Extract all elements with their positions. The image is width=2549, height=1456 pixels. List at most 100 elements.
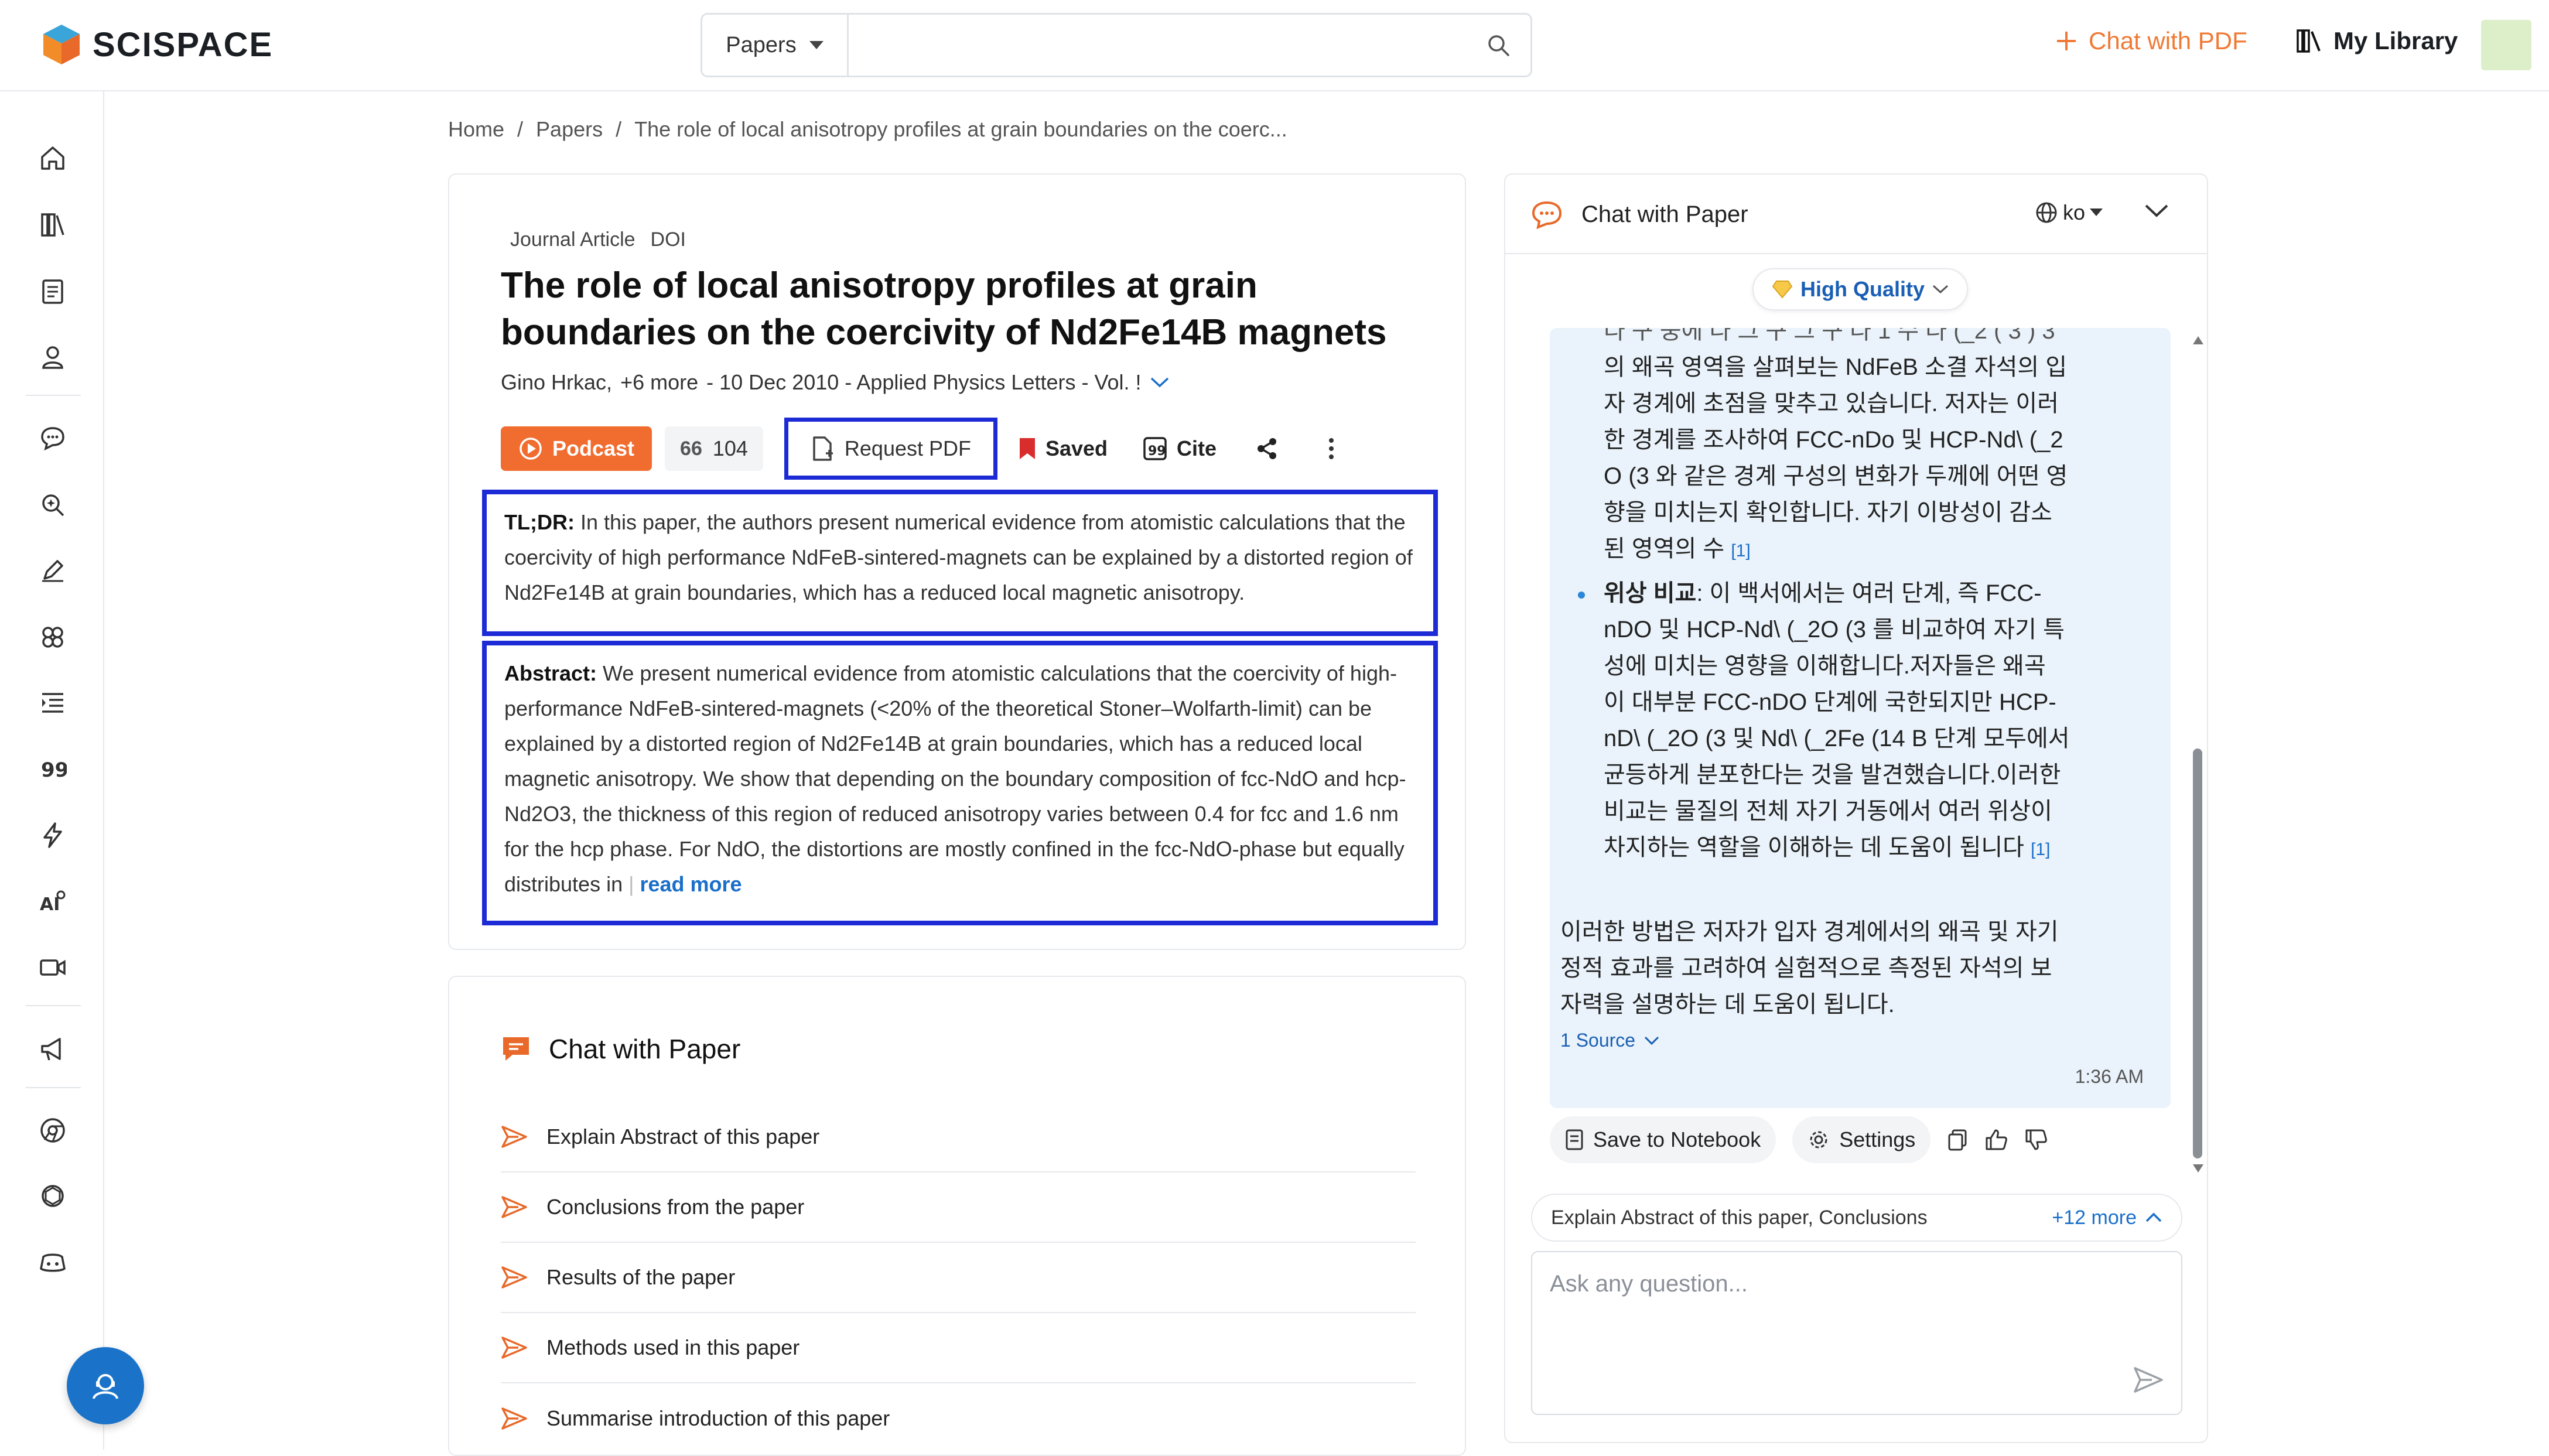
share-icon bbox=[1258, 438, 1277, 459]
chevron-down-icon[interactable] bbox=[1150, 377, 1170, 388]
tldr-text: TL;DR: In this paper, the authors presen… bbox=[504, 505, 1419, 610]
message-line: 향을 미치는지 확인합니다. 자기 이방성이 감소 bbox=[1604, 500, 2052, 525]
request-pdf-button[interactable]: Request PDF bbox=[784, 418, 997, 480]
chat-suggestions-title: Chat with Paper bbox=[549, 1034, 741, 1064]
chat-icon[interactable] bbox=[35, 421, 70, 456]
abstract-box: Abstract: We present numerical evidence … bbox=[482, 641, 1438, 925]
send-button[interactable] bbox=[2133, 1366, 2164, 1396]
openai-icon[interactable] bbox=[35, 1178, 70, 1214]
send-arrow-icon bbox=[501, 1266, 527, 1288]
breadcrumb-current: The role of local anisotropy profiles at… bbox=[634, 117, 1287, 141]
chat-panel-title: Chat with Paper bbox=[1581, 201, 1748, 227]
search-icon bbox=[1488, 35, 1509, 56]
language-label: ko bbox=[2063, 200, 2086, 224]
my-library-label: My Library bbox=[2333, 27, 2458, 54]
podcast-button[interactable]: Podcast bbox=[501, 426, 652, 471]
bookmark-icon bbox=[1019, 438, 1035, 459]
scroll-up-arrow-icon[interactable] bbox=[2193, 336, 2203, 344]
message-line: 이러한 방법은 저자가 입자 경계에서의 왜곡 및 자기 bbox=[1560, 919, 2059, 945]
message-line: 비교는 물질의 전체 자기 거동에서 여러 위상이 bbox=[1604, 798, 2052, 824]
chevron-down-icon bbox=[2145, 204, 2168, 217]
scroll-down-arrow-icon[interactable] bbox=[2193, 1164, 2203, 1173]
paper-card: Journal Article DOI The role of local an… bbox=[448, 173, 1466, 950]
suggested-questions-bar[interactable]: Explain Abstract of this paper, Conclusi… bbox=[1531, 1194, 2182, 1242]
breadcrumb-papers[interactable]: Papers bbox=[536, 117, 603, 142]
suggestion-item[interactable]: Explain Abstract of this paper bbox=[501, 1102, 1416, 1173]
suggestion-item[interactable]: Results of the paper bbox=[501, 1243, 1416, 1313]
video-icon[interactable] bbox=[35, 950, 70, 985]
scrollbar-thumb[interactable] bbox=[2193, 748, 2202, 1158]
more-options-button[interactable] bbox=[1328, 437, 1335, 460]
save-to-notebook-label: Save to Notebook bbox=[1593, 1127, 1761, 1151]
thumbs-down-icon[interactable] bbox=[2024, 1129, 2048, 1151]
user-avatar[interactable] bbox=[2481, 20, 2531, 70]
language-select[interactable]: ko bbox=[2035, 200, 2103, 225]
message-paragraph: 의 왜곡 영역을 살펴보는 NdFeB 소결 자석의 입 자 경계에 초점을 맞… bbox=[1604, 349, 2160, 569]
citation-count[interactable]: 66 104 bbox=[665, 426, 763, 471]
request-pdf-label: Request PDF bbox=[844, 436, 971, 460]
settings-label: Settings bbox=[1839, 1127, 1916, 1151]
copy-icon[interactable] bbox=[1947, 1129, 1968, 1151]
suggestion-item[interactable]: Summarise introduction of this paper bbox=[501, 1383, 1416, 1454]
search-review-icon[interactable] bbox=[35, 487, 70, 522]
logo[interactable]: SCISPACE bbox=[42, 23, 273, 66]
caret-down-icon bbox=[2090, 209, 2103, 216]
breadcrumb-home[interactable]: Home bbox=[448, 117, 504, 142]
library-icon bbox=[2297, 29, 2321, 53]
suggestion-label: Summarise introduction of this paper bbox=[546, 1406, 890, 1430]
message-time: 1:36 AM bbox=[2075, 1066, 2144, 1087]
share-button[interactable] bbox=[1255, 437, 1279, 460]
thumbs-up-icon[interactable] bbox=[1984, 1129, 2008, 1151]
breadcrumb: Home / Papers / The role of local anisot… bbox=[448, 117, 1287, 142]
citation-link[interactable]: [1] bbox=[1731, 541, 1750, 560]
search-input[interactable] bbox=[849, 15, 1466, 76]
notebook-icon bbox=[1566, 1129, 1583, 1150]
sources-toggle[interactable]: 1 Source bbox=[1560, 1030, 1660, 1051]
user-icon[interactable] bbox=[35, 340, 70, 375]
more-authors[interactable]: +6 more bbox=[620, 370, 698, 395]
author-name[interactable]: Gino Hrkac, bbox=[501, 370, 612, 395]
search-type-label: Papers bbox=[726, 32, 797, 57]
extension-icon[interactable] bbox=[35, 620, 70, 655]
saved-button[interactable]: Saved bbox=[1019, 436, 1108, 461]
settings-button[interactable]: Settings bbox=[1792, 1116, 1931, 1163]
pen-icon[interactable] bbox=[35, 553, 70, 588]
lightning-icon[interactable] bbox=[35, 818, 70, 853]
diamond-icon bbox=[1772, 281, 1793, 299]
chrome-icon[interactable] bbox=[35, 1113, 70, 1148]
message-line: nD\ (_2O (3 및 Nd\ (_2Fe (14 B 단계 모두에서 bbox=[1604, 726, 2070, 751]
outline-icon[interactable] bbox=[35, 685, 70, 720]
save-to-notebook-button[interactable]: Save to Notebook bbox=[1550, 1116, 1776, 1163]
message-line: 자력을 설명하는 데 도움이 됩니다. bbox=[1560, 992, 1895, 1017]
suggested-questions-text: Explain Abstract of this paper, Conclusi… bbox=[1551, 1206, 1928, 1229]
quality-select[interactable]: High Quality bbox=[1752, 268, 1969, 310]
chat-with-pdf-button[interactable]: Chat with PDF bbox=[2055, 27, 2247, 55]
my-library-button[interactable]: My Library bbox=[2296, 27, 2458, 55]
collapse-panel-button[interactable] bbox=[2144, 203, 2169, 222]
cite-icon: 99 bbox=[1143, 437, 1167, 460]
doi-link[interactable]: DOI bbox=[651, 228, 686, 251]
play-icon bbox=[520, 438, 542, 460]
library-icon[interactable] bbox=[35, 207, 70, 242]
document-request-icon bbox=[813, 436, 833, 461]
home-icon[interactable] bbox=[35, 141, 70, 176]
suggestion-item[interactable]: Conclusions from the paper bbox=[501, 1173, 1416, 1243]
ai-detector-icon[interactable]: AI bbox=[35, 883, 70, 918]
cite-button[interactable]: 99 Cite bbox=[1143, 436, 1217, 461]
notebook-icon[interactable] bbox=[35, 274, 70, 309]
quote-icon[interactable]: 99 bbox=[35, 751, 70, 786]
question-input[interactable] bbox=[1549, 1266, 2134, 1301]
more-suggestions-toggle[interactable]: +12 more bbox=[2052, 1207, 2162, 1229]
tldr-box: TL;DR: In this paper, the authors presen… bbox=[482, 490, 1438, 636]
support-chat-button[interactable] bbox=[67, 1347, 144, 1424]
discord-icon[interactable] bbox=[35, 1245, 70, 1280]
search-type-select[interactable]: Papers bbox=[702, 15, 849, 76]
megaphone-icon[interactable] bbox=[35, 1032, 70, 1067]
read-more-link[interactable]: read more bbox=[640, 872, 742, 896]
search-button[interactable] bbox=[1466, 15, 1530, 76]
citation-link[interactable]: [1] bbox=[2031, 840, 2050, 859]
chevron-up-icon bbox=[2145, 1212, 2162, 1222]
caret-down-icon bbox=[809, 41, 824, 49]
suggestion-item[interactable]: Methods used in this paper bbox=[501, 1313, 1416, 1383]
abstract-text: Abstract: We present numerical evidence … bbox=[504, 661, 1406, 896]
